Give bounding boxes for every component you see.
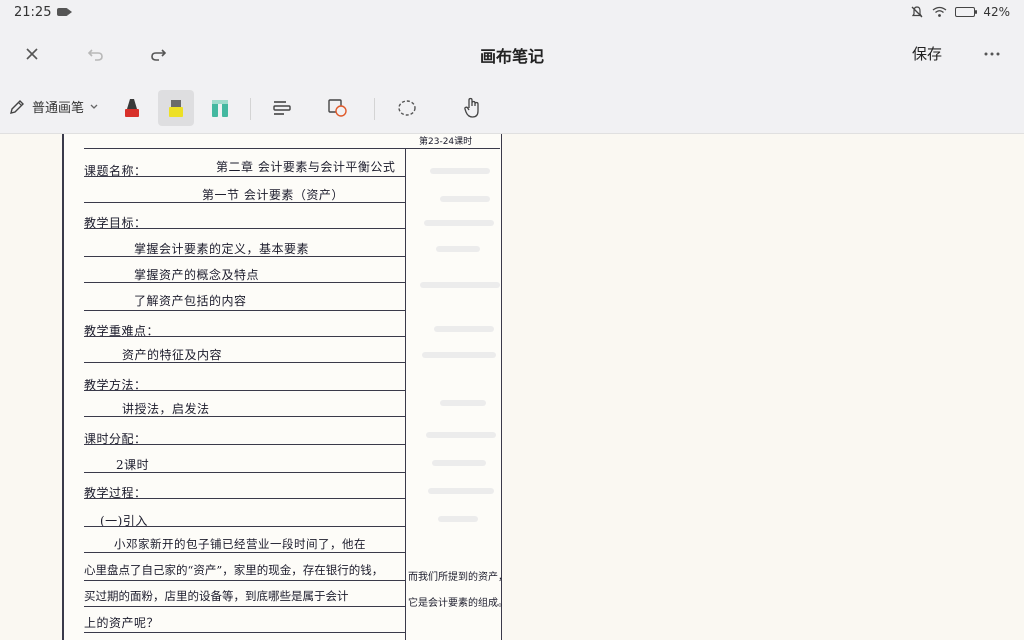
ruled-line [84,606,406,607]
status-left: 21:25 [14,4,73,20]
handwritten-line: 买过期的面粉，店里的设备等，到底哪些是属于会计 [84,589,349,603]
note-canvas[interactable]: 第23-24课时 课题名称： 第二章 会计要素与会计平衡公式 第一节 会计要素（… [0,134,1024,640]
more-button[interactable] [976,38,1008,70]
text-format-tool[interactable] [264,90,300,126]
shape-recognize-icon [328,99,347,117]
ruled-line [84,282,406,283]
red-marker-tool[interactable] [114,90,150,126]
wifi-icon [932,6,947,17]
text-format-icon [273,101,291,115]
mute-icon [911,6,923,18]
undo-button[interactable] [80,38,112,70]
toolbar-divider [374,98,375,120]
close-icon [26,48,38,60]
handwritten-line: 心里盘点了自己家的“资产”，家里的现金，存在银行的钱， [84,563,384,577]
ruled-line [84,416,406,417]
ruled-line [84,498,406,499]
ruled-line [84,310,406,311]
handwritten-line: 了解资产包括的内容 [134,294,247,308]
ruled-line [84,552,406,553]
handwritten-line: 第一节 会计要素（资产） [202,188,344,202]
handwritten-line: 第二章 会计要素与会计平衡公式 [216,160,396,174]
chevron-down-icon [90,104,98,109]
handwritten-line: 资产的特征及内容 [122,348,223,362]
battery-percent: 42% [983,5,1010,19]
pen-toolbar: 普通画笔 [0,84,1024,134]
close-button[interactable] [16,38,48,70]
handwritten-line: 上的资产呢？ [84,616,160,630]
status-bar: 21:25 42% [0,0,1024,24]
teal-highlighter-icon [212,100,228,117]
status-right: 42% [910,5,1010,19]
ruled-line [84,336,406,337]
lasso-icon [398,100,416,116]
handwritten-line: 掌握会计要素的定义，基本要素 [134,242,310,256]
red-marker-icon [125,99,139,117]
margin-line [405,148,406,640]
hand-tool[interactable] [454,90,490,126]
yellow-highlighter-tool[interactable] [158,90,194,126]
lasso-tool[interactable] [389,90,425,126]
battery-icon [955,7,978,17]
teal-highlighter-tool[interactable] [202,90,238,126]
pen-type-select[interactable]: 普通画笔 [8,97,98,116]
undo-icon [87,49,103,61]
ruled-line [84,390,406,391]
yellow-highlighter-icon [169,100,183,117]
ruled-line [84,228,406,229]
ruled-line [84,362,406,363]
ruled-line [84,202,406,203]
more-icon [984,52,1000,56]
handwritten-line: 掌握资产的概念及特点 [134,268,260,282]
ruled-line [84,444,406,445]
redo-icon [151,49,167,61]
redo-button[interactable] [142,38,174,70]
pencil-icon [10,99,24,114]
ruled-line [84,632,406,633]
save-button[interactable]: 保存 [912,43,942,64]
ruled-line [84,580,406,581]
ruled-line [84,526,406,527]
clock: 21:25 [14,4,52,20]
ruled-line [84,176,406,177]
toolbar-divider [250,98,251,120]
hand-icon [464,97,479,118]
handwritten-line: 讲授法，启发法 [122,402,210,416]
bleed-through-marks [410,134,550,640]
shape-recognize-tool[interactable] [320,90,356,126]
ruled-line [84,472,406,473]
handwritten-line: 小邓家新开的包子铺已经营业一段时间了，他在 [114,537,366,551]
title-bar: 画布笔记 保存 [0,24,1024,84]
pen-type-label: 普通画笔 [32,101,85,116]
ruled-line [84,256,406,257]
screen-record-icon [57,8,73,16]
handwritten-line: 2课时 [116,458,150,472]
